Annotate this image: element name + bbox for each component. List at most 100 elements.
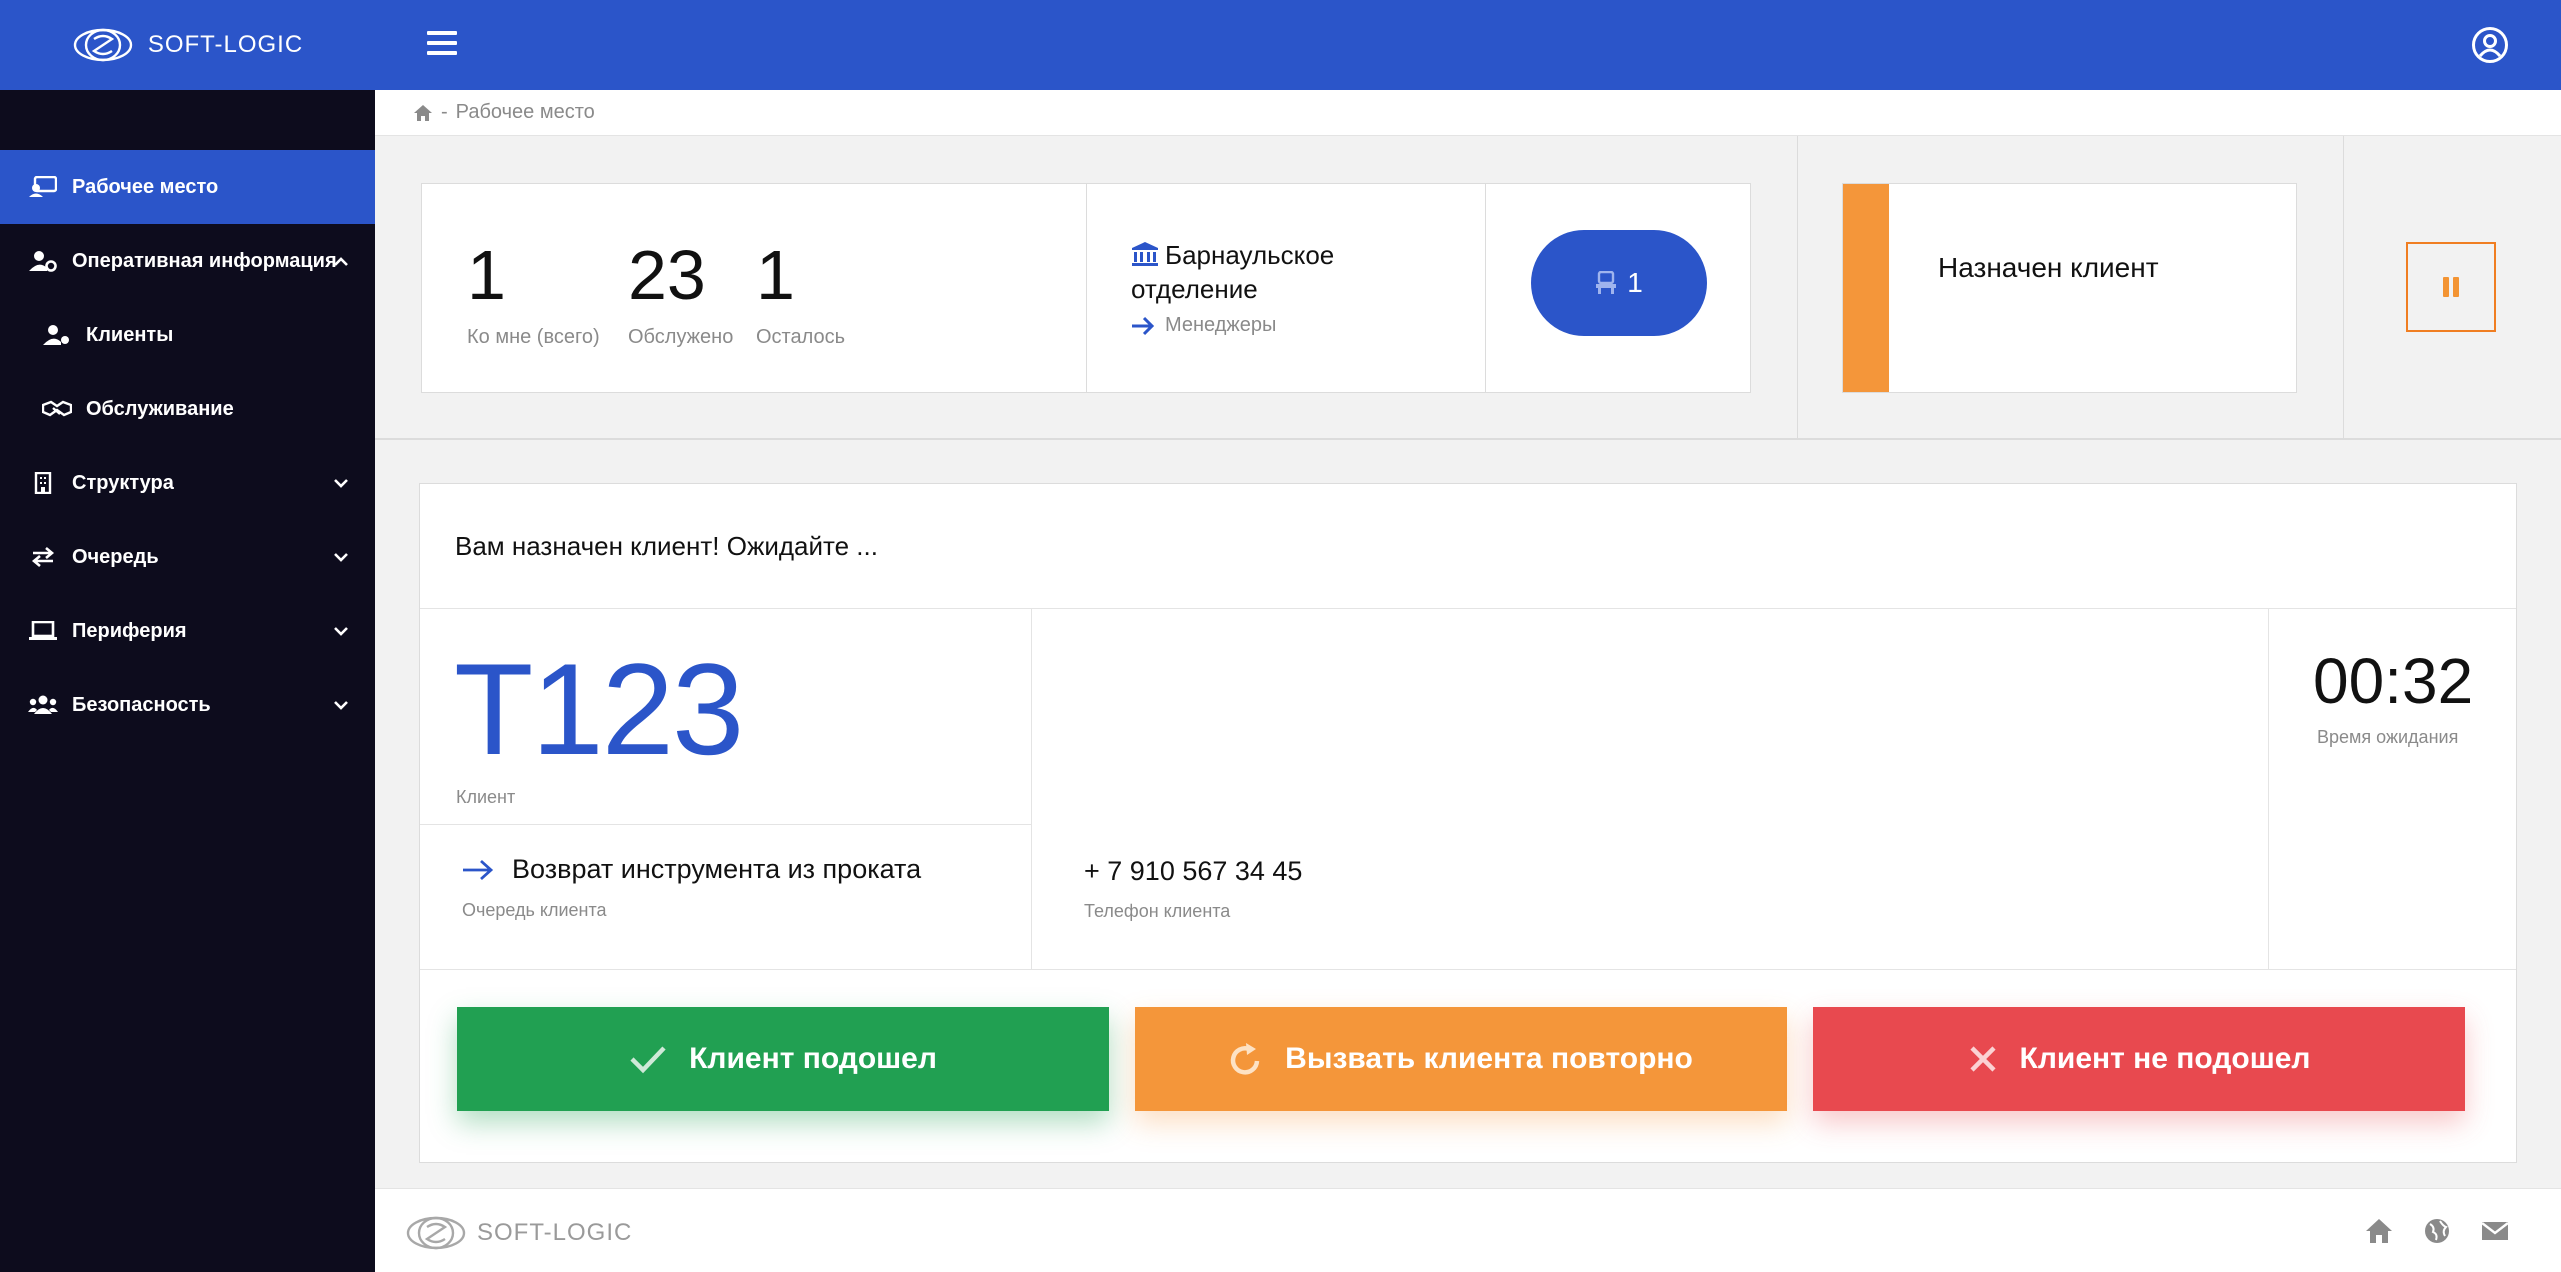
breadcrumb-separator: -: [441, 101, 448, 123]
footer-logo[interactable]: SOFT-LOGIC: [405, 1215, 632, 1251]
footer: SOFT-LOGIC: [375, 1188, 2561, 1272]
divider: [375, 438, 2561, 440]
check-icon: [630, 1046, 666, 1074]
sidebar-item-clients[interactable]: Клиенты: [0, 298, 375, 372]
stat-label: Обслужено: [628, 326, 734, 348]
queue-name-text: Возврат инструмента из проката: [512, 854, 922, 884]
chevron-down-icon: [333, 697, 349, 713]
soft-logic-logo-icon: [73, 28, 133, 62]
sidebar-nav: Рабочее место Оперативная информация Кли…: [0, 150, 375, 742]
client-not-arrived-button[interactable]: Клиент не подошел: [1813, 1007, 2465, 1111]
button-label: Вызвать клиента повторно: [1285, 1042, 1693, 1075]
arrow-right-icon: [463, 859, 494, 880]
sidebar-item-label: Безопасность: [72, 693, 211, 716]
menu-icon[interactable]: [427, 31, 457, 59]
wait-timer: 00:32: [2313, 645, 2474, 717]
ticket-number: Т123: [454, 636, 744, 782]
breadcrumb-current: Рабочее место: [455, 101, 595, 123]
client-phone: + 7 910 567 34 45: [1084, 856, 1303, 886]
sidebar-item-service[interactable]: Обслуживание: [0, 372, 375, 446]
pause-button[interactable]: [2406, 242, 2496, 332]
status-card: Назначен клиент: [1842, 183, 2297, 393]
exchange-icon: [28, 545, 58, 569]
arrow-right-icon: [1132, 316, 1155, 335]
close-icon: [1969, 1046, 1996, 1072]
sidebar-item-label: Периферия: [72, 619, 187, 642]
handshake-icon: [42, 397, 72, 421]
sidebar-item-queue[interactable]: Очередь: [0, 520, 375, 594]
stat-served: 23 Обслужено: [628, 240, 733, 349]
chevron-down-icon: [333, 549, 349, 565]
button-label: Клиент подошел: [689, 1042, 937, 1075]
chevron-down-icon: [333, 623, 349, 639]
user-account-icon[interactable]: [2471, 26, 2509, 64]
soft-logic-logo-icon: [406, 1216, 466, 1250]
building-icon: [28, 471, 58, 495]
globe-icon[interactable]: [2423, 1217, 2451, 1245]
chevron-up-icon: [333, 253, 349, 269]
stat-value: 1: [756, 236, 795, 314]
sidebar: SOFT-LOGIC Рабочее место Оперативная инф…: [0, 0, 375, 1272]
window-count: 1: [1627, 267, 1643, 298]
button-label: Клиент не подошел: [2019, 1042, 2311, 1075]
status-text: Назначен клиент: [1938, 252, 2159, 283]
seat-icon: [1596, 271, 1617, 294]
branch-role-text: Менеджеры: [1165, 314, 1277, 336]
sidebar-item-label: Очередь: [72, 545, 159, 568]
divider: [1797, 136, 1798, 438]
branch-card: Барнаульское отделение Менеджеры: [1086, 183, 1486, 393]
brand-logo[interactable]: SOFT-LOGIC: [0, 0, 375, 90]
sidebar-item-label: Оперативная информация: [72, 249, 337, 272]
footer-brand-name: SOFT-LOGIC: [477, 1219, 633, 1246]
sidebar-item-label: Клиенты: [86, 323, 174, 346]
sidebar-item-label: Структура: [72, 471, 174, 494]
sidebar-item-structure[interactable]: Структура: [0, 446, 375, 520]
client-panel: Вам назначен клиент! Ожидайте ... Т123 К…: [419, 483, 2517, 1163]
window-button[interactable]: 1: [1531, 230, 1707, 336]
phone-label: Телефон клиента: [1084, 901, 1231, 921]
stat-value: 1: [467, 236, 506, 314]
sidebar-item-security[interactable]: Безопасность: [0, 668, 375, 742]
divider: [1031, 609, 1032, 969]
sidebar-item-peripherals[interactable]: Периферия: [0, 594, 375, 668]
recall-client-button[interactable]: Вызвать клиента повторно: [1135, 1007, 1787, 1111]
footer-links: [2365, 1217, 2509, 1245]
divider: [2268, 609, 2269, 969]
stat-value: 23: [628, 236, 706, 314]
breadcrumb: - Рабочее место: [375, 90, 2561, 136]
stats-card: 1 Ко мне (всего) 23 Обслужено 1 Осталось: [421, 183, 1087, 393]
divider: [2343, 136, 2344, 438]
refresh-icon: [1230, 1043, 1260, 1075]
stat-remaining: 1 Осталось: [756, 240, 845, 349]
queue-name: Возврат инструмента из проката: [462, 854, 921, 885]
window-card: 1: [1485, 183, 1751, 393]
stat-total: 1 Ко мне (всего): [467, 240, 600, 349]
branch-role: Менеджеры: [1131, 314, 1276, 337]
stat-label: Ко мне (всего): [467, 326, 600, 348]
laptop-icon: [28, 619, 58, 643]
mail-icon[interactable]: [2481, 1217, 2509, 1245]
brand-name: SOFT-LOGIC: [147, 31, 304, 58]
panel-message: Вам назначен клиент! Ожидайте ...: [420, 484, 2516, 609]
branch-name: Барнаульское отделение: [1131, 238, 1451, 306]
sidebar-item-label: Обслуживание: [86, 397, 234, 420]
queue-label: Очередь клиента: [462, 900, 607, 920]
workplace-icon: [28, 175, 58, 199]
chevron-down-icon: [333, 475, 349, 491]
home-icon[interactable]: [413, 104, 433, 122]
clients-icon: [42, 323, 72, 347]
sidebar-item-label: Рабочее место: [72, 175, 219, 198]
sidebar-item-operational-info[interactable]: Оперативная информация: [0, 224, 375, 298]
divider: [420, 824, 1031, 825]
ticket-label: Клиент: [456, 787, 516, 807]
home-icon[interactable]: [2365, 1217, 2393, 1245]
divider: [420, 969, 2516, 970]
pause-icon: [2453, 277, 2459, 297]
user-gear-icon: [28, 249, 58, 273]
sidebar-item-workplace[interactable]: Рабочее место: [0, 150, 375, 224]
client-arrived-button[interactable]: Клиент подошел: [457, 1007, 1109, 1111]
top-bar: [375, 0, 2561, 90]
bank-icon: [1132, 242, 1158, 266]
stat-label: Осталось: [756, 326, 846, 348]
pause-icon: [2443, 277, 2449, 297]
